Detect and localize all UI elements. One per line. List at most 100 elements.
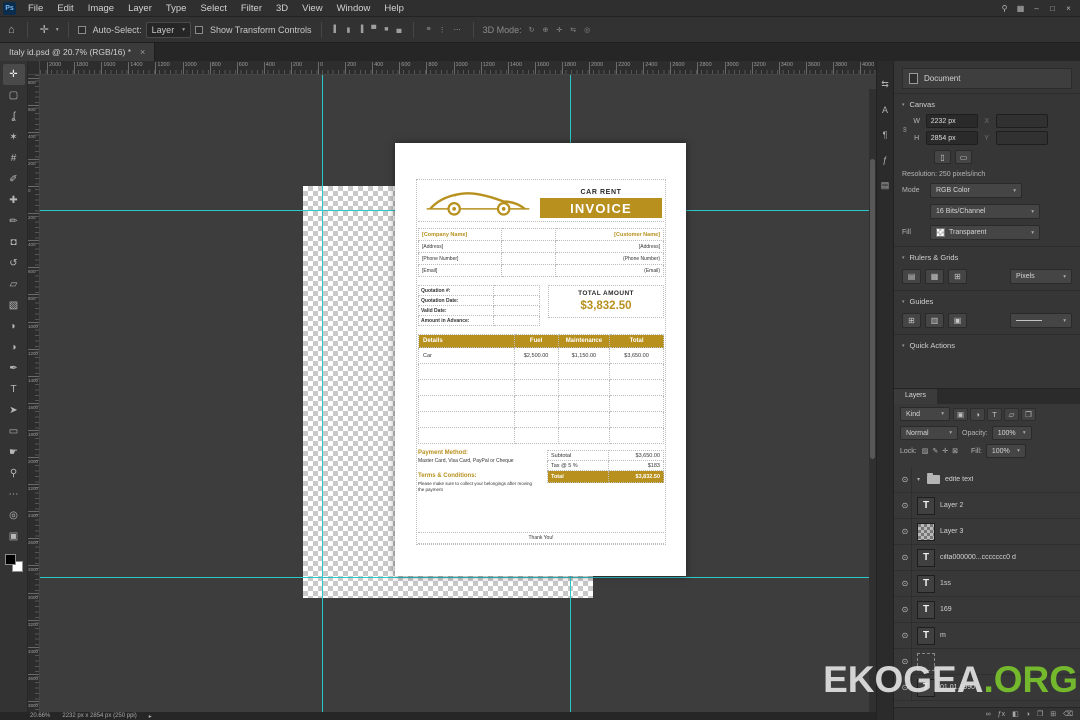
- clone-stamp-tool[interactable]: ◘: [3, 232, 25, 253]
- workspace-switcher-icon[interactable]: ▦: [1014, 4, 1027, 13]
- visibility-toggle[interactable]: ⊙: [899, 571, 912, 596]
- paragraph-panel-icon[interactable]: ¶: [883, 130, 888, 140]
- landscape-orientation-button[interactable]: ▭: [955, 150, 972, 164]
- screen-mode-icon[interactable]: ▣: [3, 526, 25, 547]
- align-top-icon[interactable]: ▀: [368, 26, 379, 33]
- new-guide-icon[interactable]: ⊞: [902, 313, 921, 328]
- healing-brush-tool[interactable]: ✚: [3, 190, 25, 211]
- y-field[interactable]: [995, 131, 1048, 145]
- distribute-v-icon[interactable]: ⋮: [436, 26, 449, 34]
- menu-edit[interactable]: Edit: [50, 0, 80, 17]
- crop-tool[interactable]: #: [3, 148, 25, 169]
- more-options-icon[interactable]: ⋯: [451, 26, 464, 34]
- layer-row[interactable]: ⊙ T 169: [894, 597, 1080, 623]
- bit-depth-dropdown[interactable]: 16 Bits/Channel ▾: [930, 204, 1040, 219]
- guide-layout-icon[interactable]: ▥: [925, 313, 944, 328]
- adjustment-layer-icon[interactable]: ◑: [1026, 708, 1030, 720]
- lock-transparency-icon[interactable]: ▨: [921, 447, 930, 455]
- menu-type[interactable]: Type: [159, 0, 194, 17]
- type-filter-icon[interactable]: T: [987, 407, 1002, 421]
- lasso-tool[interactable]: ʆ: [3, 106, 25, 127]
- gradient-tool[interactable]: ▧: [3, 295, 25, 316]
- vertical-scrollbar[interactable]: [869, 89, 876, 713]
- type-tool[interactable]: T: [3, 379, 25, 400]
- new-layer-icon[interactable]: ⊞: [1050, 708, 1056, 720]
- character-panel-icon[interactable]: A: [882, 105, 888, 115]
- canvas-area[interactable]: CAR RENT INVOICE [Company Name] [Customer…: [40, 75, 876, 713]
- smart-object-filter-icon[interactable]: ❐: [1021, 407, 1036, 421]
- minimize-button[interactable]: –: [1030, 4, 1043, 13]
- lock-position-icon[interactable]: ✛: [941, 447, 949, 455]
- layer-mask-icon[interactable]: ◧: [1012, 708, 1019, 720]
- canvas-fill-dropdown[interactable]: Transparent ▾: [930, 225, 1040, 240]
- maximize-button[interactable]: □: [1046, 4, 1059, 13]
- expand-caret-icon[interactable]: ▾: [917, 476, 920, 483]
- move-tool[interactable]: ✛: [2, 64, 25, 85]
- visibility-toggle[interactable]: ⊙: [899, 467, 912, 492]
- history-brush-tool[interactable]: ↺: [3, 253, 25, 274]
- layer-effects-icon[interactable]: ƒx: [998, 708, 1005, 720]
- eyedropper-tool[interactable]: ✐: [3, 169, 25, 190]
- foreground-color-swatch[interactable]: [4, 554, 16, 565]
- search-icon[interactable]: ⚲: [998, 4, 1011, 13]
- menu-window[interactable]: Window: [330, 0, 378, 17]
- rulers-grids-section-header[interactable]: ▾ Rulers & Grids: [894, 246, 1080, 266]
- menu-3d[interactable]: 3D: [269, 0, 295, 17]
- distribute-h-icon[interactable]: ≡: [423, 26, 433, 33]
- visibility-toggle[interactable]: ⊙: [899, 519, 912, 544]
- new-group-icon[interactable]: ❐: [1037, 708, 1043, 720]
- layer-row[interactable]: ⊙ ▾ edite text: [894, 467, 1080, 493]
- layer-row[interactable]: ⊙ Layer 3: [894, 519, 1080, 545]
- tab-layers[interactable]: Layers: [894, 389, 938, 404]
- lock-pixels-icon[interactable]: ✎: [931, 447, 939, 455]
- zoom-tool[interactable]: ⚲: [3, 463, 25, 484]
- auto-select-dropdown[interactable]: Layer ▾: [145, 21, 191, 38]
- horizontal-ruler[interactable]: 2000 1800 1600 1400 1200 1000 800 600 400 200 0 200…: [40, 61, 876, 75]
- zoom-level[interactable]: 20.66%: [30, 713, 50, 719]
- blend-mode-dropdown[interactable]: Normal ▾: [900, 426, 958, 440]
- home-icon[interactable]: ⌂: [5, 24, 18, 36]
- visibility-toggle[interactable]: ⊙: [899, 545, 912, 570]
- swap-panel-icon[interactable]: ⇆: [881, 79, 889, 90]
- document-tab[interactable]: Italy id.psd @ 20.7% (RGB/16) * ×: [0, 43, 156, 61]
- link-dimensions-icon[interactable]: ∞: [900, 127, 909, 133]
- layer-row[interactable]: ⊙ T Layer 2: [894, 493, 1080, 519]
- guide-horizontal[interactable]: [40, 577, 876, 578]
- auto-select-checkbox[interactable]: [77, 25, 86, 34]
- marquee-tool[interactable]: ▢: [3, 85, 25, 106]
- color-swatches[interactable]: [4, 554, 23, 572]
- shape-tool[interactable]: ▭: [3, 421, 25, 442]
- quick-actions-section-header[interactable]: ▾ Quick Actions: [894, 334, 1080, 354]
- menu-view[interactable]: View: [295, 0, 329, 17]
- visibility-toggle[interactable]: ⊙: [899, 493, 912, 518]
- menu-select[interactable]: Select: [193, 0, 233, 17]
- x-field[interactable]: [995, 114, 1048, 128]
- color-mode-dropdown[interactable]: RGB Color ▾: [930, 183, 1022, 198]
- menu-filter[interactable]: Filter: [234, 0, 269, 17]
- ruler-origin-corner[interactable]: [28, 61, 40, 75]
- brush-tool[interactable]: ✏: [3, 211, 25, 232]
- menu-image[interactable]: Image: [81, 0, 121, 17]
- 3d-slide-icon[interactable]: ⇆: [567, 26, 579, 34]
- pen-tool[interactable]: ✒: [3, 358, 25, 379]
- edit-toolbar-icon[interactable]: ⋯: [3, 484, 25, 505]
- height-field[interactable]: 2854 px: [925, 131, 978, 145]
- visibility-toggle[interactable]: ⊙: [899, 623, 912, 648]
- lock-all-icon[interactable]: ⊠: [951, 447, 959, 455]
- close-tab-icon[interactable]: ×: [140, 47, 145, 57]
- guide-style-dropdown[interactable]: ▾: [1010, 313, 1072, 328]
- units-dropdown[interactable]: Pixels ▾: [1010, 269, 1072, 284]
- align-center-h-icon[interactable]: ▮: [343, 26, 353, 34]
- quick-mask-icon[interactable]: ◎: [3, 505, 25, 526]
- vertical-ruler[interactable]: 800 600 400 200 0 200 400 600 800 1000 1200 1400 160…: [28, 75, 40, 713]
- path-select-tool[interactable]: ➤: [3, 400, 25, 421]
- scrollbar-thumb[interactable]: [870, 159, 875, 459]
- status-popup-icon[interactable]: ▸: [149, 713, 152, 720]
- blur-tool[interactable]: ◗: [3, 316, 25, 337]
- delete-layer-icon[interactable]: ⌫: [1063, 708, 1073, 720]
- eraser-tool[interactable]: ▱: [3, 274, 25, 295]
- visibility-toggle[interactable]: ⊙: [899, 597, 912, 622]
- menu-file[interactable]: File: [21, 0, 50, 17]
- 3d-rotate-icon[interactable]: ↻: [526, 26, 538, 34]
- shape-filter-icon[interactable]: ▱: [1004, 407, 1019, 421]
